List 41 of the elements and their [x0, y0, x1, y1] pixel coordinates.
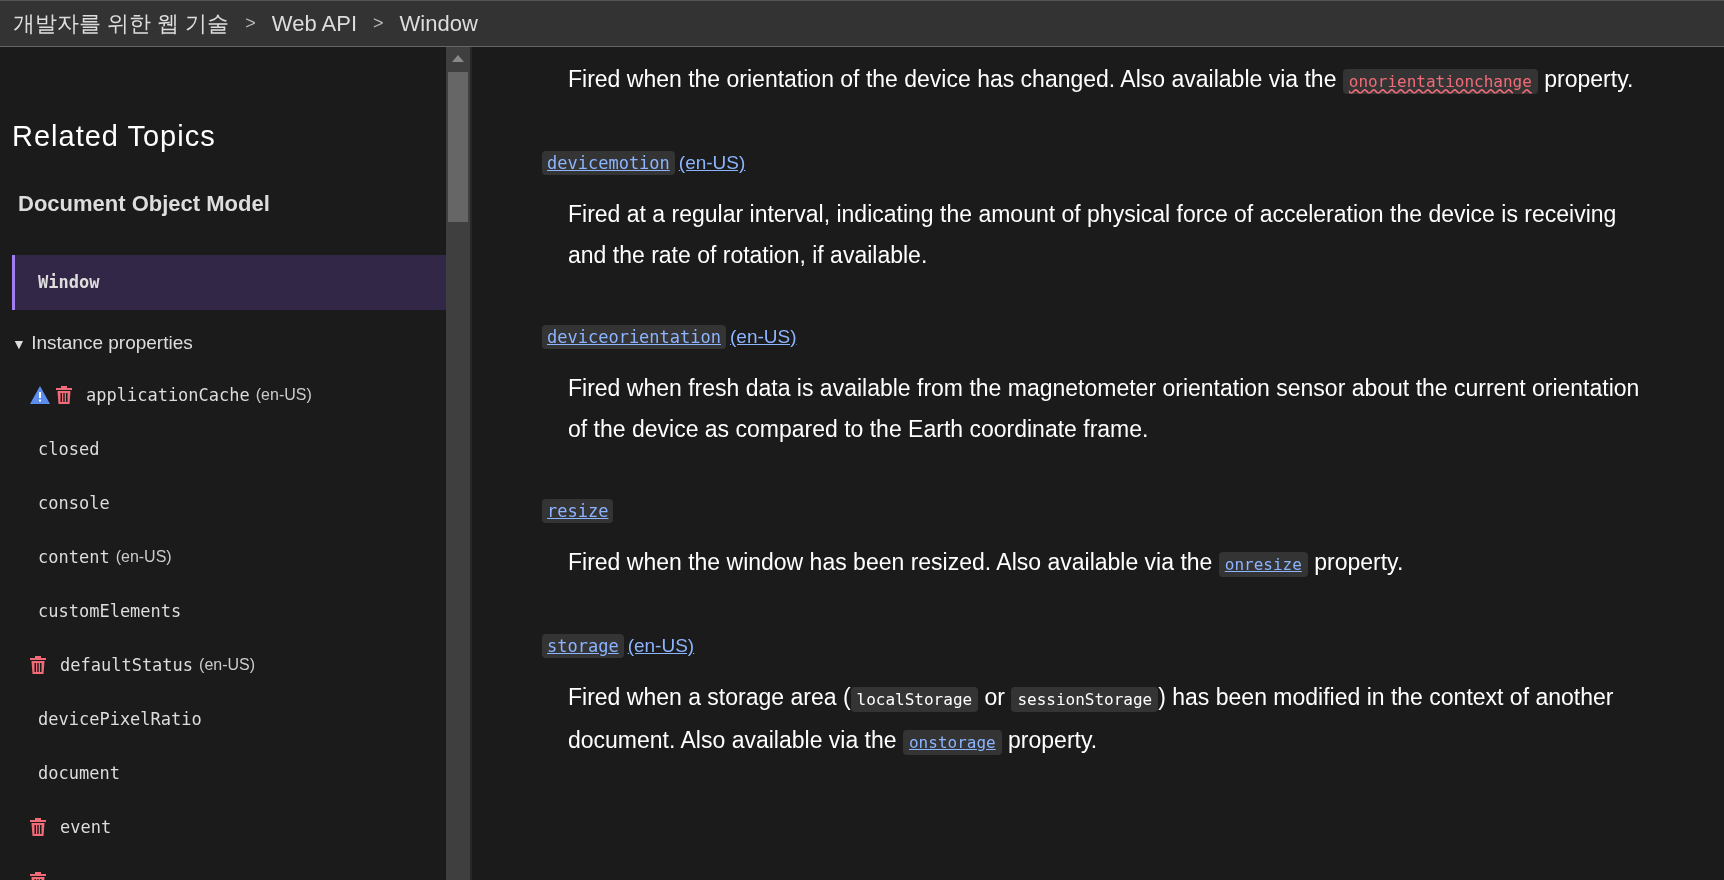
event-description: Fired when a storage area ( localStorage or sessionStorage ) has been modified in the context of another document. Also available via the onstorage property. [568, 683, 1615, 757]
group-toggle[interactable]: ▼ Instance properties [12, 318, 446, 368]
sidebar-item-link[interactable]: console [38, 493, 110, 513]
sidebar-item-link[interactable]: customElements [38, 601, 182, 621]
inline-code: localStorage [850, 687, 979, 712]
event-name-link[interactable]: storage [542, 634, 624, 658]
missing-page-link[interactable]: onorientationchange [1342, 69, 1538, 94]
event-description: Fired when fresh data is available from the magnetometer orientation sensor about the current orientation of the device as compared to the Earth coordinate frame. [568, 374, 1641, 444]
breadcrumb-separator: > [245, 13, 256, 34]
section-heading: Document Object Model [18, 190, 271, 218]
event-description: Fired at a regular interval, indicating the amount of physical force of acceleration the device is receiving and the rate of rotation, if available. [568, 200, 1618, 270]
event-name-link[interactable]: deviceorientation [542, 325, 726, 349]
locale-label: (en-US) [115, 548, 172, 566]
locale-label: (en-US) [199, 656, 256, 674]
breadcrumb-link[interactable]: Web API [271, 10, 358, 37]
sidebar-item-link[interactable]: applicationCache [86, 385, 250, 405]
event-description: Fired when the orientation of the device has changed. Also available via the onorientationchange property. [568, 65, 1635, 96]
sidebar-item-link[interactable]: document [38, 763, 120, 783]
scrollbar-thumb[interactable] [448, 72, 468, 222]
sidebar-item-link[interactable]: event [60, 817, 112, 837]
event-description: Fired when the window has been resized. Also available via the onresize property. [568, 548, 1405, 579]
scrollbar[interactable] [446, 47, 472, 880]
breadcrumb-link[interactable]: 개발자를 위한 웹 기술 [13, 8, 230, 39]
sidebar-item-link[interactable]: closed [38, 439, 100, 459]
sidebar-item-link[interactable]: content [38, 547, 110, 567]
sidebar-item[interactable]: Window [12, 255, 446, 310]
property-link[interactable]: onstorage [903, 730, 1002, 755]
event-name-link[interactable]: devicemotion [542, 151, 675, 175]
property-link[interactable]: onresize [1218, 552, 1308, 577]
event-name-link[interactable]: resize [542, 499, 614, 523]
locale-link[interactable]: (en-US) [627, 635, 695, 657]
inline-code: sessionStorage [1011, 687, 1159, 712]
locale-link[interactable]: (en-US) [730, 326, 797, 348]
scroll-up-icon[interactable] [452, 55, 464, 62]
breadcrumb-separator: > [373, 13, 384, 34]
locale-label: (en-US) [255, 386, 312, 404]
locale-link[interactable]: (en-US) [678, 152, 746, 174]
sidebar-item-link[interactable]: defaultStatus [60, 655, 194, 675]
breadcrumb-link[interactable]: Window [399, 10, 478, 37]
sidebar-item-link[interactable]: devicePixelRatio [38, 709, 202, 729]
sidebar-title: Related Topics [12, 119, 217, 154]
